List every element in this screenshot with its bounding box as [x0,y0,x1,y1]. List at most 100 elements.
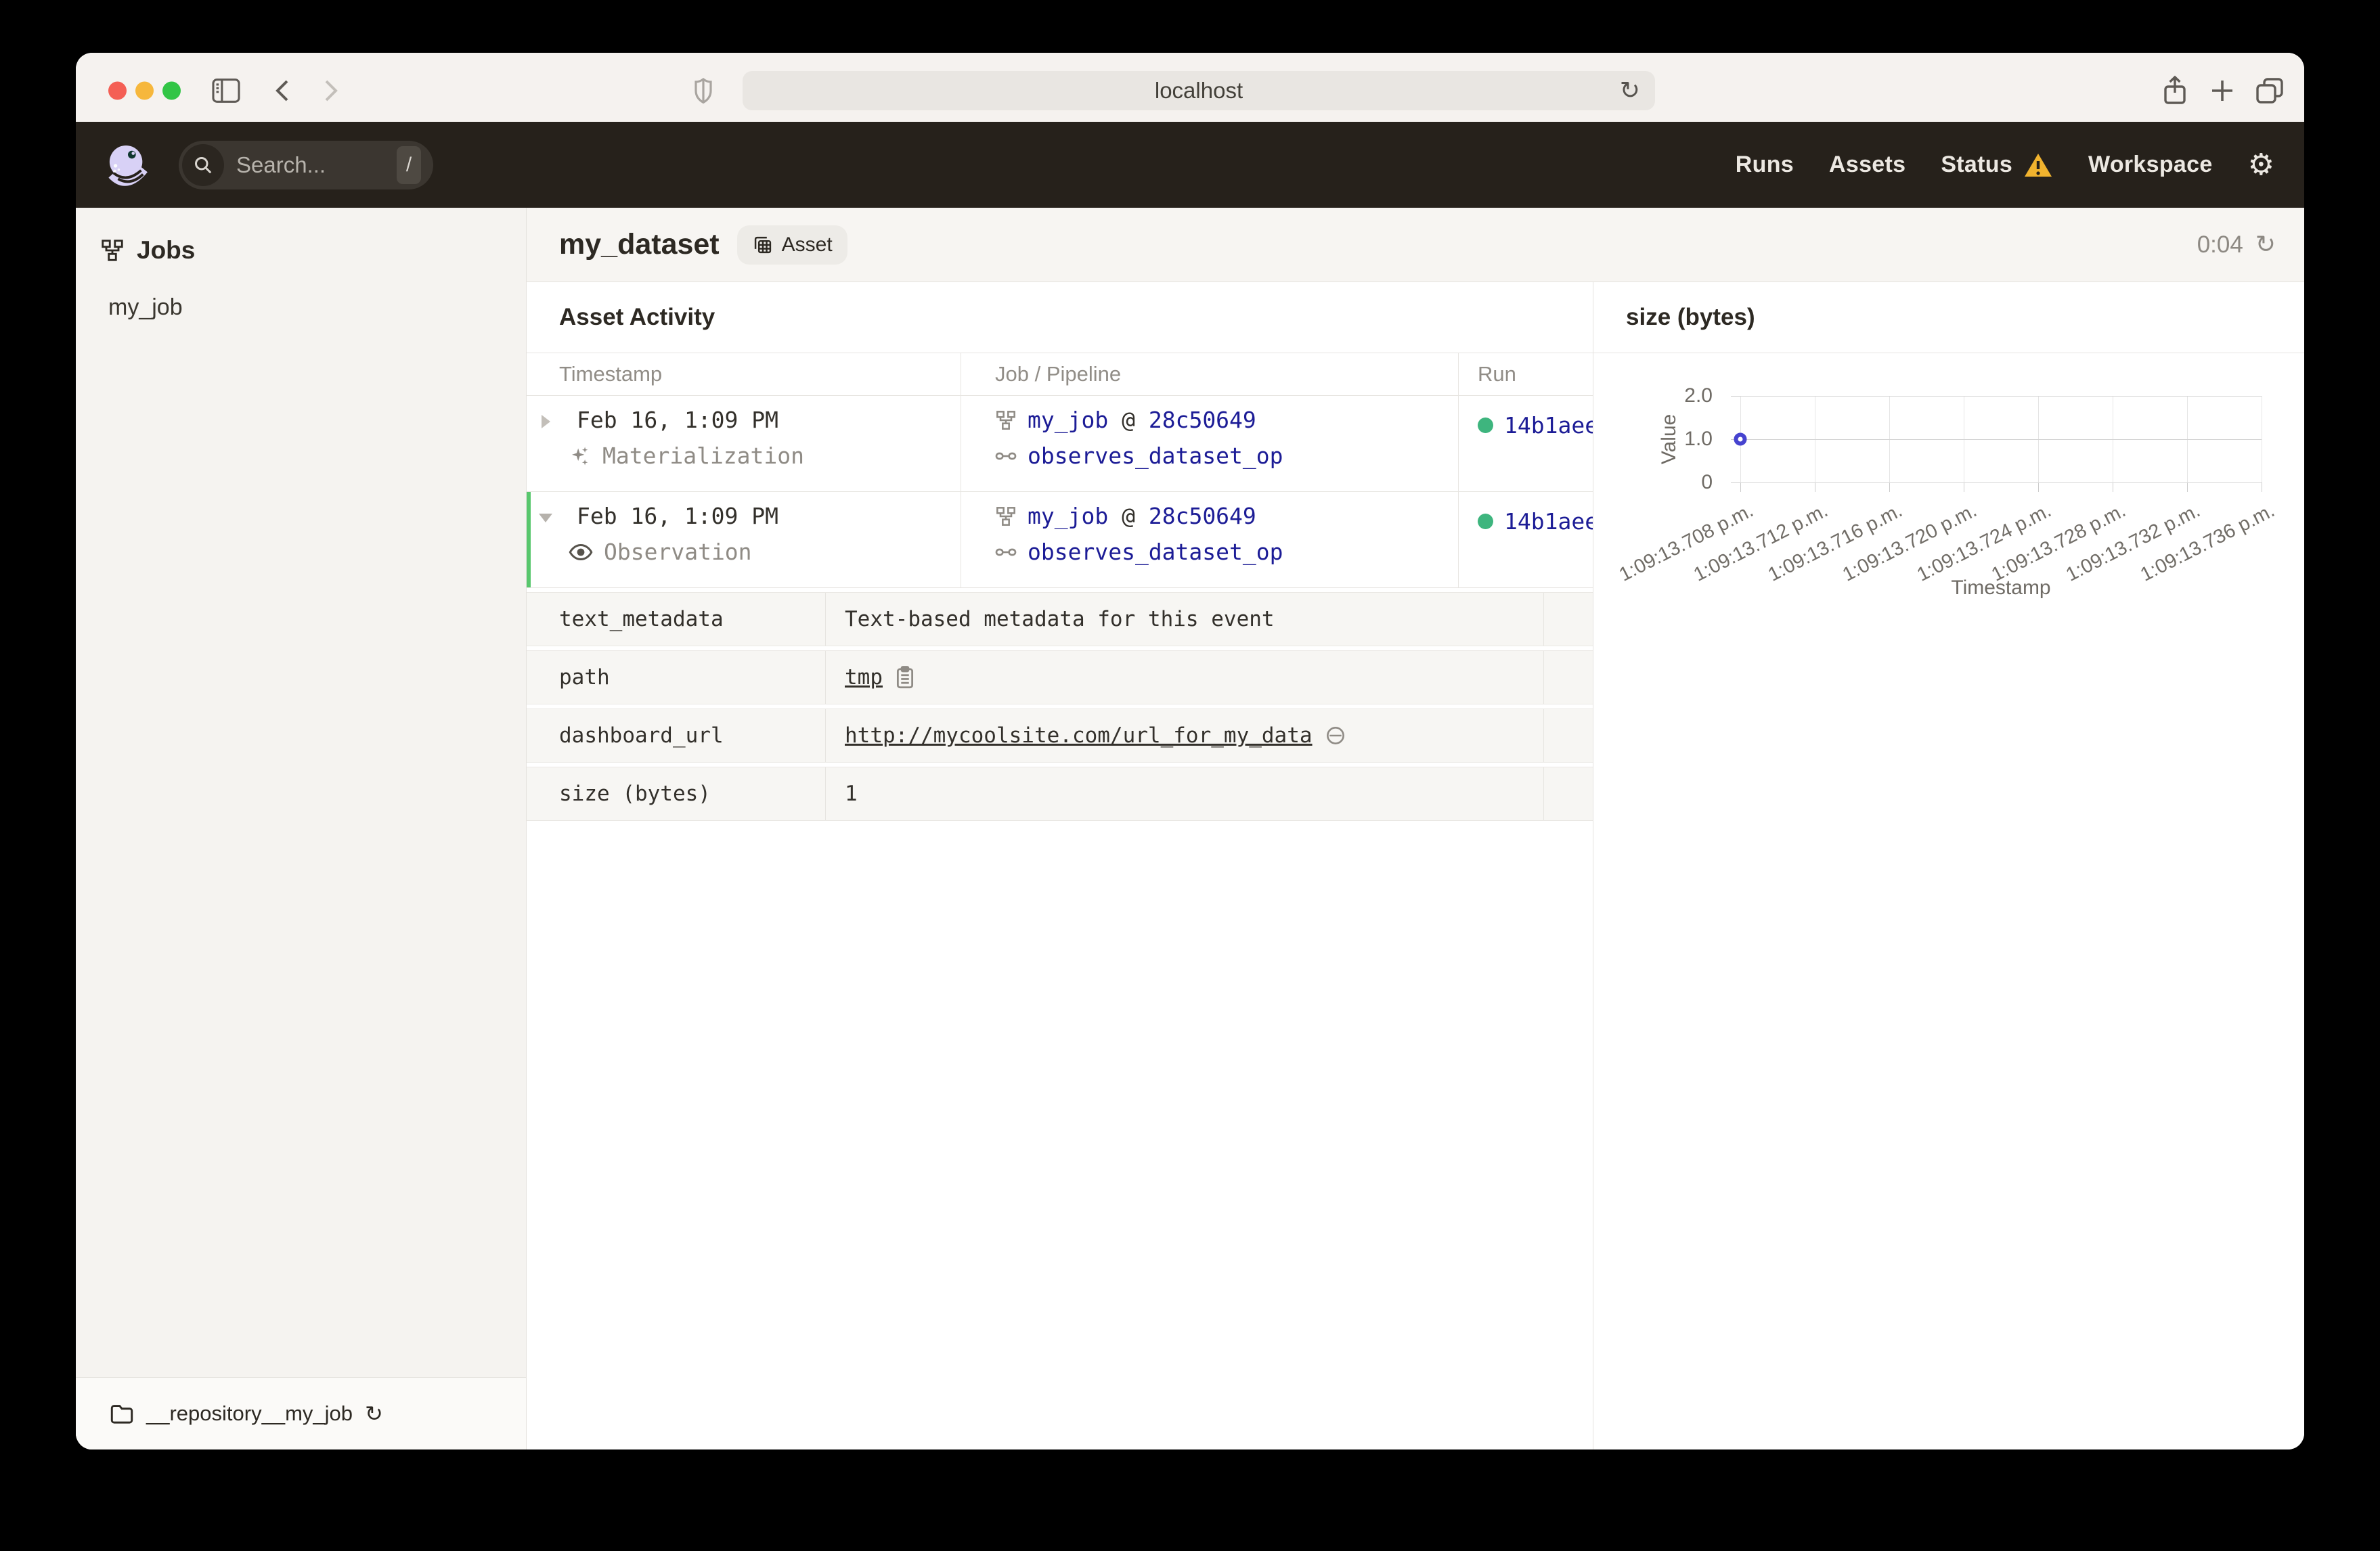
copy-path-icon[interactable] [895,665,915,690]
collapse-caret-icon[interactable] [539,514,552,522]
metadata-key: path [527,651,826,704]
repository-footer: __repository__my_job ↻ [76,1377,526,1449]
op-icon [995,548,1017,556]
event-timestamp: Feb 16, 1:09 PM [577,407,779,433]
browser-chrome: localhost ↻ [76,53,2304,122]
forward-icon[interactable] [318,77,343,104]
materialization-icon [571,447,588,465]
page-title: my_dataset [559,228,720,261]
op-icon [995,452,1017,459]
metadata-key: text_metadata [527,593,826,646]
asset-activity-title: Asset Activity [527,282,1593,353]
url-text: localhost [1154,78,1243,103]
jobs-section-title: Jobs [137,236,196,264]
asset-badge: Asset [736,225,847,265]
reload-page-icon[interactable]: ↻ [1620,77,1640,105]
repository-name: __repository__my_job [146,1401,353,1425]
job-icon [996,506,1015,526]
metadata-key: dashboard_url [527,709,826,762]
nav-assets[interactable]: Assets [1829,152,1905,178]
metadata-row-dashboard-url: dashboard_url http://mycoolsite.com/url_… [527,709,1593,763]
dashboard-url-link[interactable]: http://mycoolsite.com/url_for_my_data [845,723,1313,748]
path-value-link[interactable]: tmp [845,665,883,690]
run-status-dot [1478,418,1493,433]
dagster-logo[interactable] [107,144,149,186]
metadata-row-size-bytes: size (bytes) 1 [527,767,1593,821]
nav-runs[interactable]: Runs [1736,152,1794,178]
event-timestamp: Feb 16, 1:09 PM [577,503,779,529]
asset-badge-label: Asset [781,233,833,256]
nav-status[interactable]: Status [1941,152,2053,179]
metadata-value: 1 [845,782,858,806]
op-link[interactable]: observes_dataset_op [1028,539,1283,565]
top-nav: Runs Assets Status Workspace ⚙ [1736,150,2304,180]
page-header: my_dataset Asset 0:04 ↻ [527,208,2304,282]
sidebar: Jobs my_job __repository__my_job ↻ [76,208,527,1449]
chart-title: size (bytes) [1593,282,2304,353]
run-tag-link[interactable]: 28c50649 [1149,407,1256,433]
x-tick-label: 1:09:13.736 p.m. [2137,499,2278,586]
table-row-observation[interactable]: Feb 16, 1:09 PM Observation my_job @ 28c… [527,492,1612,588]
table-row-materialization[interactable]: Feb 16, 1:09 PM Materialization my_job @… [527,396,1612,492]
activity-table-header: Timestamp Job / Pipeline Run [527,353,1593,396]
event-type-label: Observation [604,539,752,565]
external-link-icon[interactable] [1325,725,1346,746]
settings-gear-icon[interactable]: ⚙ [2248,150,2274,180]
zoom-window-button[interactable] [162,81,181,100]
refresh-icon[interactable]: ↻ [2255,231,2276,258]
reload-repository-icon[interactable]: ↻ [365,1401,383,1426]
metadata-value: Text-based metadata for this event [845,607,1275,631]
metadata-row-text-metadata: text_metadata Text-based metadata for th… [527,592,1593,646]
chart-y-axis-title: Value [1658,413,1680,465]
at-separator: @ [1122,503,1135,529]
run-status-dot [1478,514,1493,529]
job-icon [996,410,1015,430]
event-metadata: text_metadata Text-based metadata for th… [527,592,1593,821]
event-type-label: Materialization [602,443,805,469]
search-placeholder: Search... [236,152,326,177]
op-link[interactable]: observes_dataset_op [1028,443,1283,469]
nav-workspace[interactable]: Workspace [2088,152,2213,178]
jobs-icon [102,240,123,261]
chart-x-axis-labels: 1:09:13.708 p.m. 1:09:13.712 p.m. 1:09:13.… [1616,499,2278,587]
observation-eye-icon [569,543,593,560]
close-window-button[interactable] [108,81,127,100]
search-icon [182,143,224,186]
asset-icon [754,236,771,253]
asset-plots-panel: size (bytes) 2.0 1.0 0 1:09:13.708 p.m. 1:0… [1593,282,2304,1449]
metadata-key: size (bytes) [527,767,826,820]
privacy-shield-icon [693,77,713,104]
search-shortcut-badge: / [397,145,421,184]
warning-icon [2025,153,2052,177]
expand-caret-icon[interactable] [542,415,550,428]
refresh-timer: 0:04 ↻ [2197,231,2304,258]
size-bytes-chart: 2.0 1.0 0 1:09:13.708 p.m. 1:09:13.712 p.m.… [1593,353,2304,732]
data-point[interactable] [1734,432,1747,446]
jobs-section-header: Jobs [76,208,526,265]
y-tick-label: 2.0 [1684,384,1713,407]
app-header: Search... / Runs Assets Status Workspace… [76,122,2304,208]
chart-x-axis-title: Timestamp [1951,577,2051,599]
browser-window: localhost ↻ Search... / Runs Assets Stat… [76,53,2304,1449]
column-run: Run [1478,362,1516,386]
new-tab-icon[interactable] [2208,76,2236,105]
at-separator: @ [1122,407,1135,433]
asset-activity-panel: Asset Activity Timestamp Job / Pipeline … [527,282,1612,1449]
folder-icon [110,1405,133,1424]
column-timestamp: Timestamp [527,353,961,395]
metadata-row-path: path tmp [527,650,1593,704]
back-icon[interactable] [271,77,295,104]
share-icon[interactable] [2161,75,2189,106]
search-input[interactable]: Search... / [179,140,433,189]
minimize-window-button[interactable] [135,81,154,100]
job-link[interactable]: my_job [1028,503,1108,529]
job-link[interactable]: my_job [1028,407,1108,433]
tab-overview-icon[interactable] [2254,76,2285,106]
address-bar[interactable]: localhost ↻ [743,71,1655,110]
y-tick-label: 0 [1701,471,1713,493]
column-job-pipeline: Job / Pipeline [961,353,1459,395]
run-tag-link[interactable]: 28c50649 [1149,503,1256,529]
browser-sidebar-icon[interactable] [211,78,241,104]
timer-value: 0:04 [2197,231,2243,258]
sidebar-item-my-job[interactable]: my_job [76,265,526,321]
